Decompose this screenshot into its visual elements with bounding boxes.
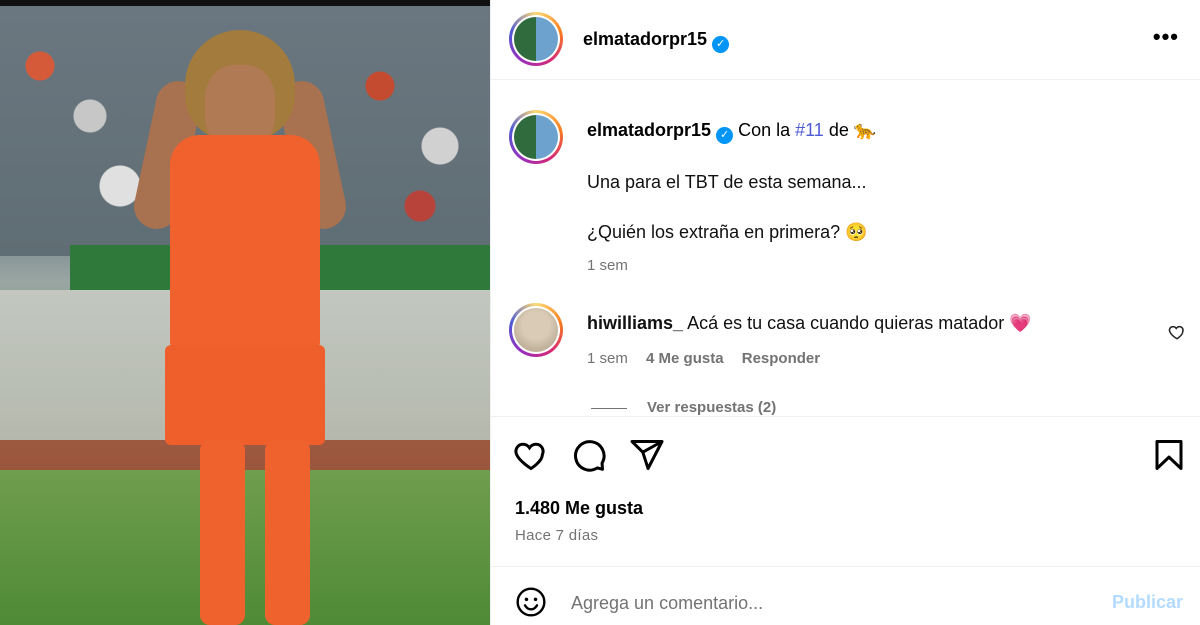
player-leg-left — [200, 440, 245, 625]
verified-badge-icon: ✓ — [712, 36, 730, 53]
likes-count[interactable]: 1.480 Me gusta — [515, 498, 643, 519]
commenter-username[interactable]: hiwilliams_ — [587, 313, 683, 333]
caption-username[interactable]: elmatadorpr15 — [587, 120, 711, 140]
leopard-emoji: 🐆 — [853, 120, 877, 140]
author-username-text[interactable]: elmatadorpr15 — [583, 29, 707, 49]
view-replies[interactable]: Ver respuestas (2) — [591, 399, 776, 416]
caption-line-3: ¿Quién los extraña en primera? 🥺 — [587, 222, 868, 242]
player-figure — [129, 30, 370, 625]
comment-icon[interactable] — [571, 437, 607, 473]
post-header: elmatadorpr15 ✓ ••• — [491, 0, 1200, 80]
hashtag-link[interactable]: #11 — [795, 120, 824, 140]
commenter-avatar[interactable] — [509, 303, 563, 357]
verified-badge-icon: ✓ — [716, 127, 734, 144]
caption-prefix: Con la — [738, 120, 791, 140]
share-icon[interactable] — [629, 437, 665, 473]
player-shorts — [165, 345, 325, 445]
post-details-panel: elmatadorpr15 ✓ ••• elmatadorpr15 ✓ Con la… — [490, 0, 1200, 625]
emoji-picker-icon[interactable] — [515, 586, 547, 618]
caption-time[interactable]: 1 sem — [587, 257, 628, 274]
more-options-icon[interactable]: ••• — [1153, 24, 1179, 50]
caption-line-2: Una para el TBT de esta semana... — [587, 172, 867, 192]
comment-likes[interactable]: 4 Me gusta — [646, 350, 724, 367]
caption-middle: de — [828, 120, 849, 140]
like-comment-heart-icon[interactable] — [1168, 323, 1186, 341]
comment-text: Acá es tu casa cuando quieras matador — [687, 313, 1005, 333]
comment-time[interactable]: 1 sem — [587, 350, 628, 367]
player-jersey — [170, 135, 320, 350]
view-replies-label[interactable]: Ver respuestas (2) — [647, 399, 776, 416]
publish-button[interactable]: Publicar — [1112, 592, 1183, 613]
heart-emoji: 💗 — [1009, 313, 1032, 333]
replies-divider — [591, 407, 627, 409]
comment-composer: Publicar — [491, 566, 1200, 625]
comment-line: hiwilliams_ Acá es tu casa cuando quiera… — [587, 313, 1032, 334]
reply-button[interactable]: Responder — [742, 350, 820, 367]
comment-input[interactable] — [571, 589, 1091, 617]
caption-first-line: elmatadorpr15 ✓ Con la #11 de 🐆 — [587, 120, 876, 144]
author-avatar[interactable] — [509, 12, 563, 66]
post-actions: 1.480 Me gusta Hace 7 días — [491, 416, 1200, 566]
player-leg-right — [265, 440, 310, 625]
post-image[interactable] — [0, 0, 490, 625]
comment-meta: 1 sem 4 Me gusta Responder — [587, 350, 820, 367]
author-username[interactable]: elmatadorpr15 ✓ — [583, 29, 730, 53]
heart-icon[interactable] — [513, 437, 549, 473]
post-date[interactable]: Hace 7 días — [515, 527, 598, 544]
caption-avatar[interactable] — [509, 110, 563, 164]
bookmark-icon[interactable] — [1151, 437, 1187, 473]
